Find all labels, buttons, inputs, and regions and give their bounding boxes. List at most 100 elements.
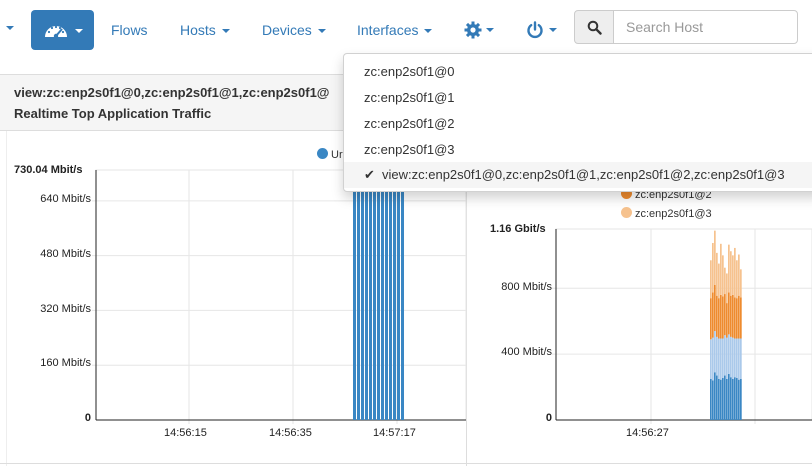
bar-segment — [714, 284, 716, 332]
xtick-label: 14:57:17 — [373, 427, 416, 439]
bar-segment — [712, 242, 714, 293]
legend-swatch — [621, 207, 632, 218]
interface-option-label: zc:enp2s0f1@0 — [364, 64, 455, 79]
bar-segment — [724, 375, 726, 420]
bar-segment — [728, 292, 730, 335]
bar-segment — [389, 170, 392, 420]
legend-item[interactable]: Ur — [317, 148, 343, 162]
bar-segment — [353, 170, 356, 420]
bar-segment — [720, 379, 722, 420]
ytick-label: 800 Mbit/s — [501, 281, 552, 293]
ytick-label: 320 Mbit/s — [40, 303, 91, 315]
interface-option-selected[interactable]: ✔ view:zc:enp2s0f1@0,zc:enp2s0f1@1,zc:en… — [344, 162, 812, 188]
bar-segment — [718, 263, 720, 299]
bar-segment — [724, 335, 726, 376]
xtick-label: 14:56:27 — [626, 427, 669, 439]
bar-segment — [720, 294, 722, 339]
chart-right — [552, 228, 812, 424]
legend-label: Ur — [331, 149, 343, 161]
bar-segment — [385, 170, 388, 420]
bar-segment — [716, 295, 718, 337]
bar-segment — [716, 375, 718, 420]
bar-segment — [716, 336, 718, 376]
interface-option[interactable]: zc:enp2s0f1@3 — [344, 137, 812, 163]
legend-swatch — [317, 148, 328, 159]
bar-segment — [710, 298, 712, 340]
bar-segment — [738, 295, 740, 339]
bar-segment — [726, 378, 728, 420]
bar-segment — [377, 170, 380, 420]
bar-segment — [724, 294, 726, 336]
bar-segment — [728, 244, 730, 293]
bar-segment — [720, 338, 722, 380]
chart-right-ymax: 1.16 Gbit/s — [490, 223, 546, 235]
bar-segment — [726, 337, 728, 379]
bar-segment — [730, 377, 732, 420]
bar-segment — [740, 378, 742, 420]
bar-segment — [369, 170, 372, 420]
bar-segment — [710, 260, 712, 299]
interface-option-label: zc:enp2s0f1@1 — [364, 90, 455, 105]
bar-segment — [714, 331, 716, 373]
bar-segment — [722, 255, 724, 297]
bar-segment — [736, 298, 738, 339]
bar-segment — [734, 338, 736, 378]
bar-segment — [710, 378, 712, 420]
bar-segment — [401, 170, 404, 420]
bar-segment — [730, 336, 732, 378]
bar-segment — [718, 298, 720, 339]
chart-left-ymax: 730.04 Mbit/s — [14, 164, 83, 176]
bar-segment — [714, 372, 716, 420]
bar-segment — [712, 380, 714, 420]
interface-option[interactable]: zc:enp2s0f1@1 — [344, 85, 812, 111]
bar-segment — [373, 170, 376, 420]
interface-option[interactable]: zc:enp2s0f1@0 — [344, 59, 812, 85]
bar-segment — [726, 303, 728, 338]
bar-segment — [712, 337, 714, 381]
bar-segment — [732, 294, 734, 338]
bar-segment — [381, 170, 384, 420]
bar-segment — [393, 170, 396, 420]
interface-option[interactable]: zc:enp2s0f1@2 — [344, 111, 812, 137]
bar-segment — [714, 230, 716, 285]
bar-segment — [734, 247, 736, 298]
bar-segment — [738, 338, 740, 380]
bar-segment — [740, 297, 742, 339]
bar-segment — [730, 251, 732, 296]
bar-segment — [716, 252, 718, 296]
bar-segment — [728, 334, 730, 374]
interfaces-dropdown: zc:enp2s0f1@0 zc:enp2s0f1@1 zc:enp2s0f1@… — [343, 53, 812, 192]
bar-segment — [720, 243, 722, 295]
bar-segment — [365, 170, 368, 420]
ytick-label: 400 Mbit/s — [501, 346, 552, 358]
bar-segment — [740, 338, 742, 379]
bar-segment — [736, 260, 738, 299]
plot-frame — [555, 228, 812, 421]
interface-option-label: zc:enp2s0f1@3 — [364, 142, 455, 157]
bar-segment — [732, 255, 734, 295]
bar-segment — [738, 379, 740, 420]
bar-segment — [718, 378, 720, 420]
bar-segment — [722, 338, 724, 379]
bar-segment — [732, 337, 734, 379]
bar-segment — [710, 339, 712, 379]
bar-segment — [738, 254, 740, 296]
chart-left — [92, 169, 467, 424]
interface-option-label: zc:enp2s0f1@2 — [364, 116, 455, 131]
bar-segment — [736, 378, 738, 420]
legend-item[interactable]: zc:enp2s0f1@3 — [621, 207, 712, 221]
bar-segment — [722, 296, 724, 339]
bar-segment — [740, 269, 742, 298]
bar-segment — [712, 292, 714, 338]
ytick-label: 0 — [545, 412, 552, 424]
xtick-label: 14:56:35 — [269, 427, 312, 439]
ytick-label: 640 Mbit/s — [40, 193, 91, 205]
ytick-label: 160 Mbit/s — [40, 357, 91, 369]
xtick-label: 14:56:15 — [164, 427, 207, 439]
check-icon: ✔ — [364, 167, 375, 182]
bar-segment — [728, 373, 730, 420]
bar-segment — [730, 295, 732, 337]
bar-segment — [734, 377, 736, 420]
bar-segment — [397, 170, 400, 420]
bar-segment — [726, 273, 728, 304]
